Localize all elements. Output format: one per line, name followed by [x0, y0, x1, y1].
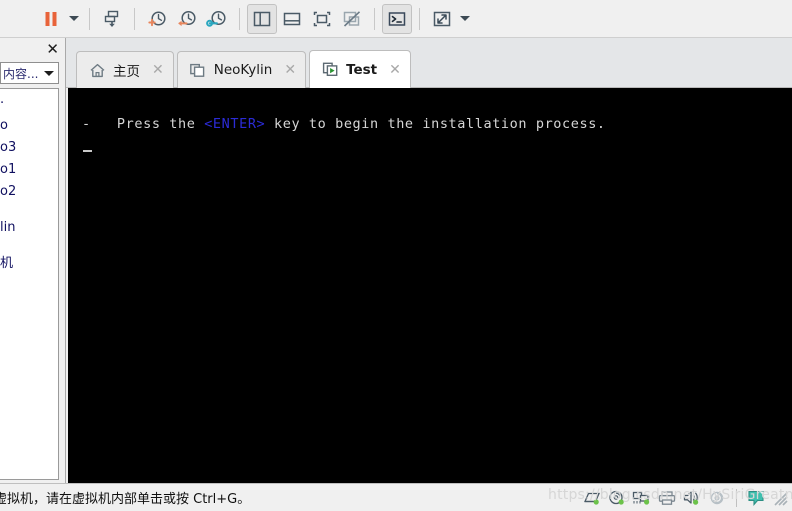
- show-library-button[interactable]: [247, 3, 277, 34]
- caret-down-icon: [460, 16, 470, 21]
- full-screen-button[interactable]: [307, 4, 337, 34]
- stretch-button[interactable]: [427, 4, 457, 34]
- panel-left-icon: [253, 11, 271, 26]
- toolbar-separator: [239, 7, 240, 30]
- fullscreen-icon: [313, 11, 331, 26]
- status-separator: [736, 488, 737, 507]
- show-thumbnail-bar-button[interactable]: [277, 4, 307, 34]
- list-item[interactable]: ·: [0, 93, 58, 115]
- tab-label: Test: [346, 61, 378, 78]
- tab-home[interactable]: 主页 ✕: [76, 51, 174, 88]
- close-icon[interactable]: ✕: [389, 63, 401, 77]
- guest-console-screen[interactable]: - Press the <ENTER> key to begin the ins…: [68, 88, 792, 483]
- tab-label: 主页: [113, 64, 140, 80]
- list-item[interactable]: o2: [0, 181, 58, 203]
- console-prompt-icon: [388, 11, 406, 26]
- toolbar-separator: [134, 7, 135, 30]
- caret-down-icon: [69, 16, 79, 21]
- device-status-tray: [581, 488, 792, 508]
- printer-icon[interactable]: [656, 488, 678, 508]
- message-log-icon[interactable]: [745, 488, 767, 508]
- library-sidebar: ✕ 内容... · o o3 o1 o2 lin 机: [0, 38, 66, 483]
- cd-dvd-icon[interactable]: [606, 488, 628, 508]
- send-key-button[interactable]: [97, 4, 127, 34]
- tab-neokylin[interactable]: NeoKylin ✕: [176, 51, 307, 88]
- tab-test[interactable]: Test ✕: [309, 50, 411, 88]
- sound-card-icon[interactable]: [681, 488, 703, 508]
- pause-button[interactable]: [36, 4, 66, 34]
- window-stack-icon: [189, 61, 207, 79]
- network-adapter-icon[interactable]: [631, 488, 653, 508]
- unity-mode-button[interactable]: [337, 4, 367, 34]
- chevron-down-icon[interactable]: [44, 70, 54, 76]
- take-snapshot-button[interactable]: [142, 4, 172, 34]
- console-button[interactable]: [382, 3, 412, 34]
- usb-icon[interactable]: [706, 488, 728, 508]
- terminal-cursor: [83, 150, 92, 152]
- terminal-line: - Press the <ENTER> key to begin the ins…: [82, 114, 792, 134]
- hard-disk-icon[interactable]: [581, 488, 603, 508]
- pause-dropdown[interactable]: [66, 4, 82, 34]
- vm-running-icon: [321, 61, 339, 79]
- toolbar-separator: [89, 7, 90, 30]
- toolbar-separator: [419, 7, 420, 30]
- close-icon[interactable]: ✕: [152, 63, 164, 77]
- list-item[interactable]: o1: [0, 159, 58, 181]
- stretch-dropdown[interactable]: [457, 4, 473, 34]
- send-key-icon: [104, 10, 119, 27]
- revert-snapshot-button[interactable]: [172, 4, 202, 34]
- panel-bottom-icon: [283, 12, 301, 25]
- tab-label: NeoKylin: [213, 62, 273, 78]
- search-input[interactable]: 内容...: [3, 65, 38, 82]
- resize-grip[interactable]: [772, 490, 788, 506]
- snapshot-manager-button[interactable]: [202, 4, 232, 34]
- home-icon: [88, 61, 106, 79]
- list-item[interactable]: 机: [0, 253, 58, 275]
- close-icon[interactable]: ✕: [284, 63, 296, 77]
- sidebar-search-box[interactable]: 内容...: [0, 62, 59, 84]
- list-item[interactable]: o3: [0, 137, 58, 159]
- status-bar: 虚拟机，请在虚拟机内部单击或按 Ctrl+G。: [0, 483, 792, 511]
- terminal-enter-key: <ENTER>: [204, 116, 266, 132]
- pause-icon: [45, 11, 57, 26]
- list-item[interactable]: lin: [0, 217, 58, 239]
- toolbar-separator: [374, 7, 375, 30]
- sidebar-header: ✕: [0, 38, 65, 60]
- status-message: 虚拟机，请在虚拟机内部单击或按 Ctrl+G。: [0, 492, 251, 507]
- main-toolbar: [0, 0, 792, 38]
- list-item[interactable]: o: [0, 115, 58, 137]
- snapshot-manage-icon: [206, 10, 226, 27]
- close-icon[interactable]: ✕: [46, 41, 59, 57]
- snapshot-revert-icon: [178, 10, 196, 26]
- stretch-arrows-icon: [433, 11, 451, 26]
- library-tree[interactable]: · o o3 o1 o2 lin 机: [0, 88, 59, 480]
- snapshot-add-icon: [148, 10, 166, 26]
- terminal-line-prefix: - Press the: [82, 116, 205, 132]
- vm-tab-bar: 主页 ✕ NeoKylin ✕ Test ✕: [66, 38, 792, 88]
- unity-off-icon: [343, 10, 361, 27]
- vmware-workstation-window: ✕ 内容... · o o3 o1 o2 lin 机 主页 ✕ NeoKylin…: [0, 0, 792, 511]
- terminal-line-suffix: key to begin the installation process.: [265, 116, 606, 132]
